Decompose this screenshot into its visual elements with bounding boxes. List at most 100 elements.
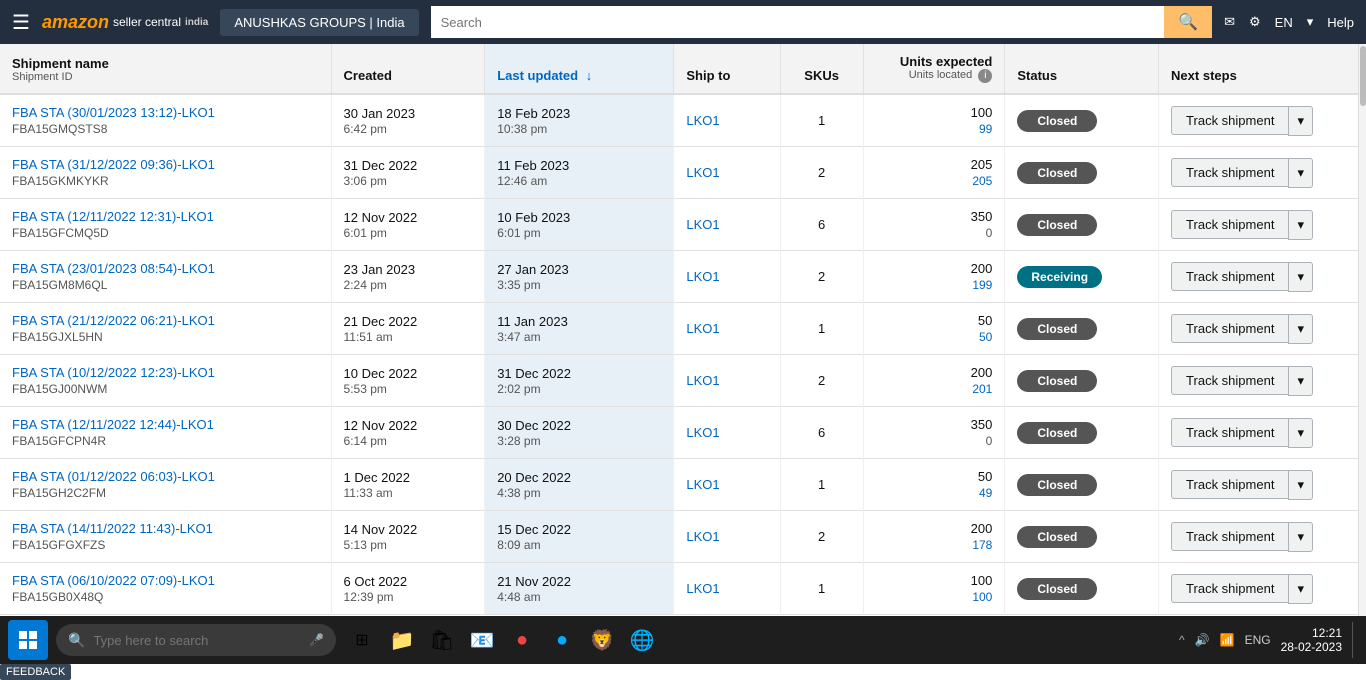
taskbar-search-icon: 🔍 xyxy=(68,632,85,649)
track-shipment-dropdown-4[interactable]: ▾ xyxy=(1288,314,1313,344)
shipment-id-2: FBA15GFCMQ5D xyxy=(12,226,319,240)
next-steps-container-2: Track shipment ▾ xyxy=(1171,210,1353,240)
search-input[interactable] xyxy=(431,6,1165,38)
cell-status-4: Closed xyxy=(1005,303,1159,355)
cell-units-3: 200 199 xyxy=(863,251,1005,303)
units-expected-6: 350 xyxy=(876,417,993,432)
track-shipment-dropdown-8[interactable]: ▾ xyxy=(1288,522,1313,552)
track-shipment-button-4[interactable]: Track shipment xyxy=(1171,314,1288,343)
created-time-1: 3:06 pm xyxy=(344,174,473,188)
shipment-name-link-0[interactable]: FBA STA (30/01/2023 13:12)-LKO1 xyxy=(12,105,319,120)
settings-icon[interactable]: ⚙ xyxy=(1249,14,1261,30)
cell-name-5: FBA STA (10/12/2022 12:23)-LKO1 FBA15GJ0… xyxy=(0,355,331,407)
track-shipment-button-9[interactable]: Track shipment xyxy=(1171,574,1288,603)
taskbar-search[interactable]: 🔍 🎤 xyxy=(56,624,336,656)
cell-status-8: Closed xyxy=(1005,511,1159,563)
cell-skus-2: 6 xyxy=(780,199,863,251)
status-badge-4: Closed xyxy=(1017,318,1097,340)
track-shipment-button-7[interactable]: Track shipment xyxy=(1171,470,1288,499)
search-button[interactable]: 🔍 xyxy=(1164,6,1212,38)
cell-created-5: 10 Dec 2022 5:53 pm xyxy=(331,355,485,407)
updated-date-5: 31 Dec 2022 xyxy=(497,366,661,381)
track-shipment-button-2[interactable]: Track shipment xyxy=(1171,210,1288,239)
next-steps-container-4: Track shipment ▾ xyxy=(1171,314,1353,344)
shipment-name-link-7[interactable]: FBA STA (01/12/2022 06:03)-LKO1 xyxy=(12,469,319,484)
track-shipment-button-8[interactable]: Track shipment xyxy=(1171,522,1288,551)
track-shipment-dropdown-2[interactable]: ▾ xyxy=(1288,210,1313,240)
shipment-name-link-4[interactable]: FBA STA (21/12/2022 06:21)-LKO1 xyxy=(12,313,319,328)
language-selector[interactable]: EN xyxy=(1275,15,1293,30)
feedback-tab[interactable]: FEEDBACK xyxy=(0,664,71,680)
shipment-name-link-2[interactable]: FBA STA (12/11/2022 12:31)-LKO1 xyxy=(12,209,319,224)
track-shipment-dropdown-9[interactable]: ▾ xyxy=(1288,574,1313,604)
cell-updated-5: 31 Dec 2022 2:02 pm xyxy=(485,355,674,407)
cell-units-0: 100 99 xyxy=(863,94,1005,147)
taskbar-chevron[interactable]: ^ xyxy=(1179,633,1185,647)
taskbar-search-input[interactable] xyxy=(93,633,301,648)
microphone-icon[interactable]: 🎤 xyxy=(309,633,324,647)
status-badge-3: Receiving xyxy=(1017,266,1102,288)
track-shipment-button-1[interactable]: Track shipment xyxy=(1171,158,1288,187)
cell-updated-9: 21 Nov 2022 4:48 am xyxy=(485,563,674,615)
taskbar-app-brave[interactable]: 🦁 xyxy=(584,622,620,658)
track-shipment-dropdown-5[interactable]: ▾ xyxy=(1288,366,1313,396)
track-shipment-dropdown-7[interactable]: ▾ xyxy=(1288,470,1313,500)
units-located-6: 0 xyxy=(876,434,993,448)
taskbar-app-taskview[interactable]: ⊞ xyxy=(344,622,380,658)
shipment-name-link-8[interactable]: FBA STA (14/11/2022 11:43)-LKO1 xyxy=(12,521,319,536)
updated-date-2: 10 Feb 2023 xyxy=(497,210,661,225)
track-shipment-button-5[interactable]: Track shipment xyxy=(1171,366,1288,395)
cell-skus-4: 1 xyxy=(780,303,863,355)
sort-arrow-updated: ↓ xyxy=(586,68,593,83)
shipments-table: Shipment name Shipment ID Created Last u… xyxy=(0,44,1366,615)
cell-nextsteps-3: Track shipment ▾ xyxy=(1159,251,1366,303)
status-badge-2: Closed xyxy=(1017,214,1097,236)
taskbar-app-chrome[interactable]: 🌐 xyxy=(624,622,660,658)
units-info-icon[interactable]: i xyxy=(978,69,992,83)
start-button[interactable] xyxy=(8,620,48,660)
shipment-name-link-1[interactable]: FBA STA (31/12/2022 09:36)-LKO1 xyxy=(12,157,319,172)
mail-icon[interactable]: ✉ xyxy=(1224,14,1235,30)
shipment-name-link-5[interactable]: FBA STA (10/12/2022 12:23)-LKO1 xyxy=(12,365,319,380)
cell-units-1: 205 205 xyxy=(863,147,1005,199)
taskbar-app-explorer[interactable]: 📁 xyxy=(384,622,420,658)
taskbar-app-mail[interactable]: 📧 xyxy=(464,622,500,658)
shipment-name-link-3[interactable]: FBA STA (23/01/2023 08:54)-LKO1 xyxy=(12,261,319,276)
cell-updated-6: 30 Dec 2022 3:28 pm xyxy=(485,407,674,459)
updated-time-4: 3:47 am xyxy=(497,330,661,344)
next-steps-container-1: Track shipment ▾ xyxy=(1171,158,1353,188)
volume-icon[interactable]: 📶 xyxy=(1220,633,1235,647)
cell-units-9: 100 100 xyxy=(863,563,1005,615)
cell-name-8: FBA STA (14/11/2022 11:43)-LKO1 FBA15GFG… xyxy=(0,511,331,563)
lang-chevron[interactable]: ▾ xyxy=(1307,14,1314,30)
track-shipment-dropdown-0[interactable]: ▾ xyxy=(1288,106,1313,136)
updated-time-1: 12:46 am xyxy=(497,174,661,188)
track-shipment-button-0[interactable]: Track shipment xyxy=(1171,106,1288,135)
track-shipment-button-3[interactable]: Track shipment xyxy=(1171,262,1288,291)
scrollbar[interactable] xyxy=(1358,44,1366,616)
help-link[interactable]: Help xyxy=(1327,15,1354,30)
cell-shipto-5: LKO1 xyxy=(674,355,780,407)
hamburger-menu[interactable]: ☰ xyxy=(12,10,30,35)
taskbar-app-app2[interactable]: ● xyxy=(544,622,580,658)
show-desktop-button[interactable] xyxy=(1352,622,1358,658)
track-shipment-button-6[interactable]: Track shipment xyxy=(1171,418,1288,447)
track-shipment-dropdown-6[interactable]: ▾ xyxy=(1288,418,1313,448)
cell-nextsteps-0: Track shipment ▾ xyxy=(1159,94,1366,147)
next-steps-container-5: Track shipment ▾ xyxy=(1171,366,1353,396)
shipment-name-link-9[interactable]: FBA STA (06/10/2022 07:09)-LKO1 xyxy=(12,573,319,588)
network-icon[interactable]: 🔊 xyxy=(1195,633,1210,647)
taskbar-clock[interactable]: 12:21 28-02-2023 xyxy=(1281,626,1342,654)
updated-time-6: 3:28 pm xyxy=(497,434,661,448)
track-shipment-dropdown-3[interactable]: ▾ xyxy=(1288,262,1313,292)
shipment-name-link-6[interactable]: FBA STA (12/11/2022 12:44)-LKO1 xyxy=(12,417,319,432)
taskbar-app-store[interactable]: 🛍 xyxy=(424,622,460,658)
shipment-id-5: FBA15GJ00NWM xyxy=(12,382,319,396)
taskbar-app-app1[interactable]: ● xyxy=(504,622,540,658)
cell-status-7: Closed xyxy=(1005,459,1159,511)
col-header-updated[interactable]: Last updated ↓ xyxy=(485,44,674,94)
track-shipment-dropdown-1[interactable]: ▾ xyxy=(1288,158,1313,188)
seller-name[interactable]: ANUSHKAS GROUPS | India xyxy=(220,9,418,36)
updated-time-9: 4:48 am xyxy=(497,590,661,604)
next-steps-container-6: Track shipment ▾ xyxy=(1171,418,1353,448)
